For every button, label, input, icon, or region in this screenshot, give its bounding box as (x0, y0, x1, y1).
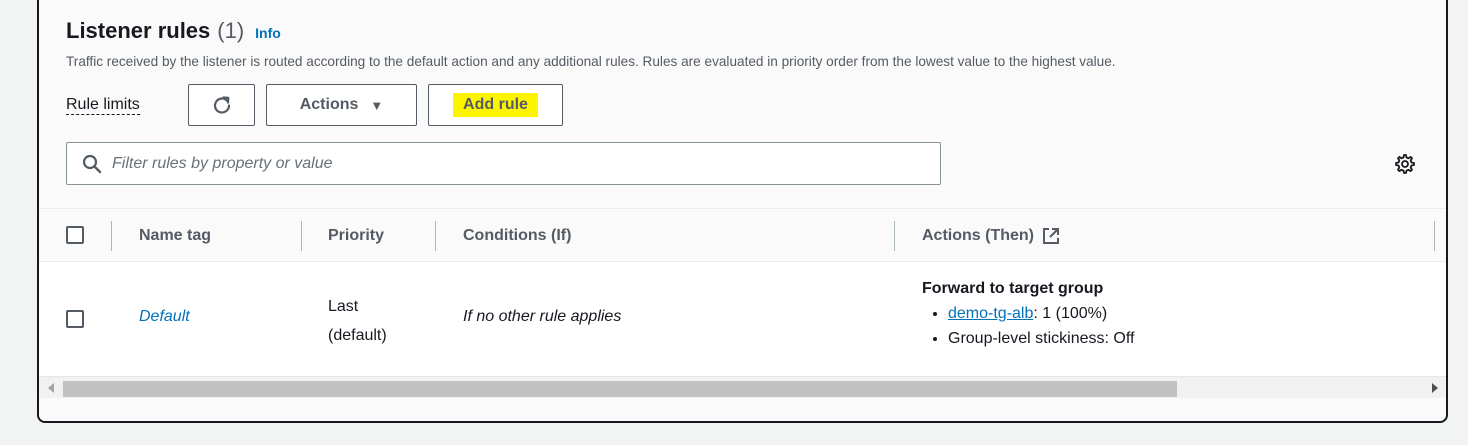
rule-condition: If no other rule applies (463, 308, 622, 325)
stickiness-status: Group-level stickiness: Off (948, 330, 1135, 347)
filter-rules-input[interactable] (110, 153, 910, 174)
list-item: Group-level stickiness: Off (948, 330, 1134, 348)
external-link-icon[interactable] (1042, 227, 1060, 245)
action-title: Forward to target group (922, 280, 1104, 297)
scroll-left-arrow-icon[interactable] (48, 383, 54, 393)
caret-down-icon: ▼ (370, 97, 384, 113)
rule-count: (1) (217, 18, 245, 43)
row-checkbox[interactable] (66, 310, 84, 328)
action-details-list: demo-tg-alb: 1 (100%) Group-level sticki… (922, 305, 1134, 348)
table-row: Default Last (default) If no other rule … (39, 262, 1446, 376)
refresh-icon (213, 96, 230, 114)
actions-label: Actions (299, 96, 359, 113)
horizontal-scrollbar[interactable] (39, 376, 1446, 398)
column-header-name-tag[interactable]: Name tag (139, 209, 211, 263)
info-link[interactable]: Info (255, 25, 281, 41)
section-header: Listener rules (1) Info (66, 18, 281, 44)
section-title: Listener rules (66, 18, 211, 43)
rule-action: Forward to target group demo-tg-alb: 1 (… (922, 280, 1134, 348)
table-header: Name tag Priority Conditions (If) Action… (39, 208, 1446, 262)
rule-name-link[interactable]: Default (139, 308, 190, 326)
filter-search-box (66, 142, 941, 185)
target-group-link[interactable]: demo-tg-alb (948, 305, 1033, 322)
column-resizer[interactable] (894, 221, 895, 251)
add-rule-label: Add rule (453, 93, 538, 117)
section-description: Traffic received by the listener is rout… (66, 54, 1116, 69)
list-item: demo-tg-alb: 1 (100%) (948, 305, 1134, 323)
column-divider (111, 221, 112, 251)
scroll-right-arrow-icon[interactable] (1432, 383, 1438, 393)
rules-table: Name tag Priority Conditions (If) Action… (39, 208, 1446, 376)
column-resizer[interactable] (435, 221, 436, 251)
select-all-checkbox[interactable] (66, 226, 84, 244)
column-header-priority[interactable]: Priority (328, 209, 384, 263)
column-resizer[interactable] (1434, 221, 1435, 251)
column-header-actions[interactable]: Actions (Then) (922, 209, 1060, 263)
column-header-conditions[interactable]: Conditions (If) (463, 209, 571, 263)
gear-icon[interactable] (1394, 153, 1416, 175)
search-icon (82, 154, 102, 173)
listener-rules-panel: Listener rules (1) Info Traffic received… (37, 0, 1448, 423)
rule-limits-link[interactable]: Rule limits (66, 95, 140, 115)
add-rule-button[interactable]: Add rule (428, 84, 563, 126)
actions-dropdown-button[interactable]: Actions ▼ (266, 84, 417, 126)
scrollbar-thumb[interactable] (63, 381, 1177, 397)
column-resizer[interactable] (301, 221, 302, 251)
target-weight: : 1 (100%) (1033, 305, 1108, 322)
refresh-button[interactable] (188, 84, 255, 126)
rule-priority: Last (default) (328, 298, 387, 344)
